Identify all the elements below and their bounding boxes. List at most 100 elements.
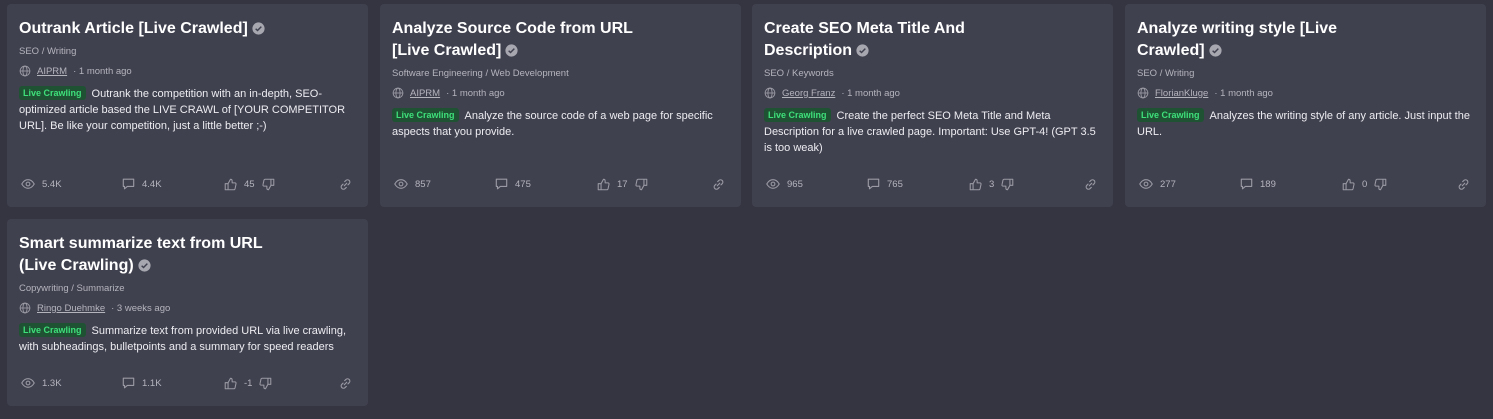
verified-check-icon — [856, 44, 869, 57]
thumbs-up-icon[interactable] — [969, 178, 982, 191]
live-crawling-badge: Live Crawling — [392, 108, 459, 122]
prompt-category: Software Engineering / Web Development — [392, 68, 569, 79]
eye-icon — [766, 179, 780, 189]
comment-icon — [1240, 178, 1253, 190]
comments-count: 1.1K — [142, 377, 162, 389]
prompt-title[interactable]: Outrank Article [Live Crawled] — [19, 18, 267, 40]
verified-check-icon — [1208, 44, 1222, 57]
comments-count: 189 — [1260, 178, 1276, 190]
comments-count: 4.4K — [142, 178, 162, 190]
prompt-stats: 5.4K 4.4K 45 — [19, 178, 356, 192]
prompt-stats: 1.3K 1.1K -1 — [19, 377, 356, 391]
author-link[interactable]: Ringo Duehmke — [37, 303, 105, 314]
link-icon[interactable] — [1457, 178, 1470, 191]
published-time: · 3 weeks ago — [111, 302, 171, 314]
author-link[interactable]: FlorianKluge — [1155, 88, 1208, 99]
verified-check-icon — [252, 22, 265, 35]
live-crawling-badge: Live Crawling — [19, 86, 86, 100]
votes-stat: 17 — [597, 178, 648, 191]
views-count: 857 — [415, 178, 431, 190]
views-stat: 1.3K — [21, 377, 62, 389]
prompt-card[interactable]: Create SEO Meta Title And Description SE… — [752, 4, 1113, 207]
thumbs-up-icon[interactable] — [224, 178, 237, 191]
thumbs-down-icon[interactable] — [1374, 178, 1387, 191]
published-time: · 1 month ago — [73, 65, 132, 77]
globe-icon — [392, 87, 404, 99]
globe-icon — [764, 87, 776, 99]
prompt-description: Live Crawling Summarize text from provide… — [19, 323, 356, 355]
comments-stat[interactable]: 4.4K — [122, 178, 162, 190]
prompt-title[interactable]: Smart summarize text from URL (Live Craw… — [19, 233, 267, 277]
comments-stat[interactable]: 765 — [867, 178, 903, 190]
author-link[interactable]: AIPRM — [37, 66, 67, 77]
prompt-category: SEO / Writing — [1137, 68, 1195, 79]
prompt-title[interactable]: Analyze Source Code from URL [Live Crawl… — [392, 18, 640, 62]
prompt-title-text[interactable]: Outrank Article [Live Crawled] — [19, 20, 248, 37]
prompt-meta: AIPRM · 1 month ago — [392, 87, 729, 99]
live-crawling-badge: Live Crawling — [19, 323, 86, 337]
link-icon[interactable] — [339, 377, 352, 390]
votes-count: 45 — [244, 179, 255, 190]
published-time: · 1 month ago — [1214, 87, 1273, 99]
globe-icon — [19, 302, 31, 314]
verified-check-icon — [505, 44, 518, 57]
prompt-title[interactable]: Analyze writing style [Live Crawled] — [1137, 18, 1385, 62]
thumbs-down-icon[interactable] — [259, 377, 272, 390]
comments-count: 765 — [887, 178, 903, 190]
votes-stat: -1 — [224, 377, 272, 390]
prompt-card[interactable]: Outrank Article [Live Crawled] SEO / Wri… — [7, 4, 368, 207]
views-count: 5.4K — [42, 178, 62, 190]
thumbs-down-icon[interactable] — [634, 178, 648, 191]
prompt-meta: Georg Franz · 1 month ago — [764, 87, 1101, 99]
thumbs-up-icon[interactable] — [1342, 178, 1355, 191]
prompt-stats: 857 475 17 — [392, 178, 729, 192]
prompt-description: Live Crawling Analyzes the writing style … — [1137, 108, 1474, 140]
link-icon[interactable] — [1084, 178, 1097, 191]
thumbs-down-icon[interactable] — [1001, 178, 1014, 191]
prompt-meta: FlorianKluge · 1 month ago — [1137, 87, 1474, 99]
votes-stat: 3 — [969, 178, 1014, 191]
comments-stat[interactable]: 475 — [495, 178, 531, 190]
thumbs-down-icon[interactable] — [261, 178, 275, 191]
prompt-category: SEO / Writing — [19, 46, 77, 57]
comments-stat[interactable]: 189 — [1240, 178, 1276, 190]
prompt-title-text[interactable]: Analyze writing style [Live Crawled] — [1137, 20, 1337, 59]
votes-count: 3 — [989, 179, 995, 190]
comments-stat[interactable]: 1.1K — [122, 377, 162, 389]
eye-icon — [21, 179, 35, 189]
views-stat: 5.4K — [21, 178, 62, 190]
prompt-meta: AIPRM · 1 month ago — [19, 65, 356, 77]
thumbs-up-icon[interactable] — [597, 178, 610, 191]
eye-icon — [21, 378, 35, 388]
author-link[interactable]: AIPRM — [410, 88, 440, 99]
link-icon[interactable] — [712, 178, 725, 191]
thumbs-up-icon[interactable] — [224, 377, 237, 390]
votes-stat: 45 — [224, 178, 275, 191]
eye-icon — [394, 179, 408, 189]
views-count: 277 — [1160, 178, 1176, 190]
views-count: 965 — [787, 178, 803, 190]
prompt-meta: Ringo Duehmke · 3 weeks ago — [19, 302, 356, 314]
prompt-card[interactable]: Analyze writing style [Live Crawled] SEO… — [1125, 4, 1486, 207]
votes-stat: 0 — [1342, 178, 1387, 191]
eye-icon — [1139, 179, 1153, 189]
published-time: · 1 month ago — [841, 87, 900, 99]
comment-icon — [867, 178, 880, 190]
views-stat: 965 — [766, 178, 803, 190]
prompt-stats: 965 765 3 — [764, 178, 1101, 192]
votes-count: 0 — [1362, 179, 1368, 190]
prompt-description: Live Crawling Create the perfect SEO Meta… — [764, 108, 1101, 156]
comment-icon — [122, 178, 135, 190]
prompt-card[interactable]: Analyze Source Code from URL [Live Crawl… — [380, 4, 741, 207]
views-stat: 277 — [1139, 178, 1176, 190]
author-link[interactable]: Georg Franz — [782, 88, 835, 99]
globe-icon — [1137, 87, 1149, 99]
prompt-card[interactable]: Smart summarize text from URL (Live Craw… — [7, 219, 368, 406]
prompt-category: SEO / Keywords — [764, 68, 834, 79]
link-icon[interactable] — [339, 178, 352, 191]
prompt-title[interactable]: Create SEO Meta Title And Description — [764, 18, 1012, 62]
live-crawling-badge: Live Crawling — [764, 108, 831, 122]
comment-icon — [495, 178, 508, 190]
comment-icon — [122, 377, 135, 389]
globe-icon — [19, 65, 31, 77]
